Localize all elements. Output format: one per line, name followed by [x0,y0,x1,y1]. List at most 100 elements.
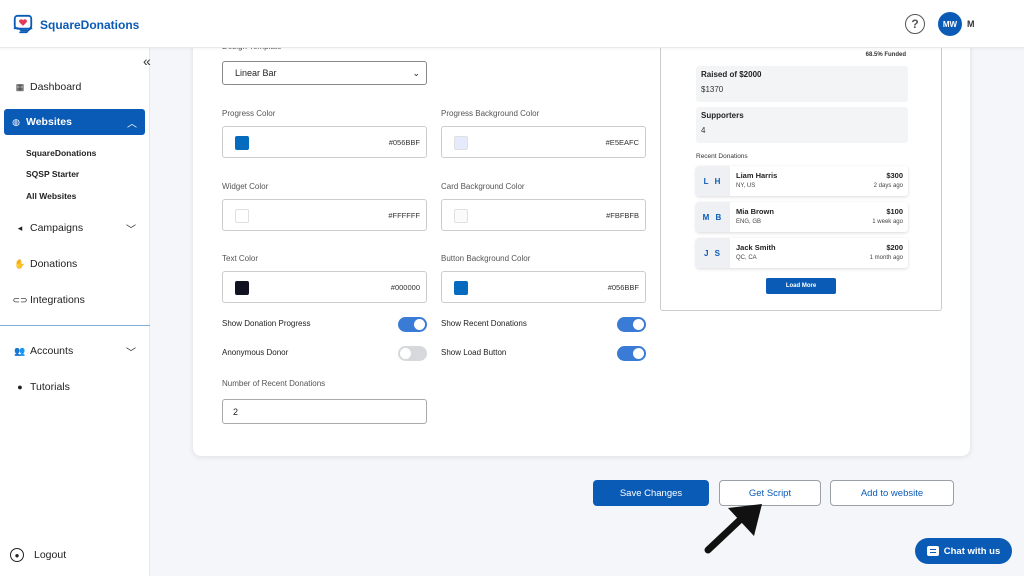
top-bar: SquareDonations ? MW M [0,0,1024,48]
donor-name: Mia Brown [736,207,774,216]
user-initial[interactable]: M [967,19,975,29]
recent-donations-title: Recent Donations [696,153,748,160]
supporters-stat: Supporters 4 [696,107,908,143]
design-template-value: Linear Bar [235,68,277,78]
widget-color-hex: #FFFFFF [388,211,420,220]
text-color-input[interactable]: #000000 [222,271,427,303]
show-load-button-toggle[interactable] [617,346,646,361]
donation-amount: $200 [886,243,903,252]
progress-bg-color-input[interactable]: #E5EAFC [441,126,646,158]
progress-color-swatch[interactable] [235,136,249,150]
chevron-down-icon: ﹀ [126,347,136,359]
sidebar-subitem-sqsp-starter[interactable]: SQSP Starter [26,169,79,179]
show-load-button-label: Show Load Button [441,348,507,357]
card-bg-color-input[interactable]: #FBFBFB [441,199,646,231]
button-bg-color-label: Button Background Color [441,254,531,263]
donor-location: QC, CA [736,255,757,261]
chevron-down-icon: ⌄ [412,67,420,78]
sidebar-item-campaigns[interactable]: ◂ Campaigns ﹀ [8,216,144,240]
brand-name: SquareDonations [40,18,140,32]
chat-with-us-button[interactable]: Chat with us [915,538,1012,564]
text-color-swatch[interactable] [235,281,249,295]
raised-value: $1370 [701,85,724,94]
card-bg-color-hex: #FBFBFB [606,211,639,220]
toggle-knob [414,319,425,330]
anonymous-donor-label: Anonymous Donor [222,348,289,357]
show-donation-progress-label: Show Donation Progress [222,319,311,328]
donation-time: 2 days ago [873,183,903,189]
grid-icon: ▦ [15,81,25,92]
sidebar-subitem-all-websites[interactable]: All Websites [26,191,76,201]
sidebar-item-dashboard[interactable]: ▦ Dashboard [8,75,144,99]
recent-donations-count-input[interactable]: 2 [222,399,427,424]
text-color-hex: #000000 [390,283,420,292]
donation-item: J S Jack Smith QC, CA $200 1 month ago [696,238,908,268]
anonymous-donor-toggle[interactable] [398,346,427,361]
donor-initials: J S [696,238,730,268]
chat-icon [926,546,939,556]
chat-label: Chat with us [943,545,1001,557]
show-donation-progress-toggle[interactable] [398,317,427,332]
megaphone-icon: ◂ [17,222,23,233]
brand-logo-icon [13,14,33,34]
globe-icon: ◍ [12,116,20,127]
button-bg-color-hex: #056BBF [607,283,639,292]
progress-bg-color-swatch[interactable] [454,136,468,150]
button-bg-color-input[interactable]: #056BBF [441,271,646,303]
recent-donations-count-value: 2 [233,406,239,417]
donor-initials: M B [696,202,730,232]
brand[interactable]: SquareDonations [12,14,139,36]
show-recent-donations-label: Show Recent Donations [441,319,527,328]
supporters-value: 4 [701,126,706,135]
logout-label: Logout [34,549,67,561]
donation-hand-icon: ✋ [14,258,26,269]
donor-location: NY, US [736,183,756,189]
sidebar-item-label: Donations [30,258,78,270]
sidebar-item-tutorials[interactable]: ● Tutorials [8,375,144,399]
design-template-select[interactable]: Linear Bar ⌄ [222,61,427,85]
raised-stat: Raised of $2000 $1370 [696,66,908,102]
progress-color-hex: #056BBF [388,138,420,147]
button-bg-color-swatch[interactable] [454,281,468,295]
add-to-website-button[interactable]: Add to website [830,480,954,506]
logout-button[interactable]: ● Logout [10,548,66,562]
donor-name: Liam Harris [736,171,778,180]
funded-percent: 68.5% Funded [865,52,906,58]
progress-color-label: Progress Color [222,109,276,118]
sidebar-item-label: Websites [26,116,72,128]
sidebar: « ▦ Dashboard ◍ Websites ︿ SquareDonatio… [0,48,151,576]
donor-initials: L H [696,166,730,196]
sidebar-item-label: Integrations [30,294,85,306]
widget-color-input[interactable]: #FFFFFF [222,199,427,231]
progress-color-input[interactable]: #056BBF [222,126,427,158]
info-icon: ● [17,382,23,392]
load-more-button[interactable]: Load More [766,278,836,294]
sidebar-subitem-squaredonations[interactable]: SquareDonations [26,148,96,158]
donation-time: 1 week ago [872,219,903,225]
text-color-label: Text Color [222,254,259,263]
donation-item: M B Mia Brown ENG, GB $100 1 week ago [696,202,908,232]
sidebar-item-integrations[interactable]: ⊂⊃ Integrations [8,288,144,312]
collapse-sidebar-icon[interactable]: « [143,53,151,69]
sidebar-item-label: Campaigns [30,222,84,234]
toggle-knob [633,348,644,359]
sidebar-item-donations[interactable]: ✋ Donations [8,252,144,276]
donation-amount: $300 [886,171,903,180]
chevron-down-icon: ﹀ [126,224,136,236]
help-icon[interactable]: ? [905,14,925,34]
supporters-title: Supporters [701,111,744,120]
sidebar-item-label: Tutorials [30,381,70,393]
card-bg-color-label: Card Background Color [441,182,525,191]
widget-color-swatch[interactable] [235,209,249,223]
donation-amount: $100 [886,207,903,216]
card-bg-color-swatch[interactable] [454,209,468,223]
avatar[interactable]: MW [938,12,962,36]
chevron-up-icon: ︿ [127,118,137,130]
sidebar-item-websites[interactable]: ◍ Websites ︿ [4,109,145,135]
link-icon: ⊂⊃ [12,294,28,305]
save-changes-button[interactable]: Save Changes [593,480,709,506]
sidebar-item-accounts[interactable]: 👥 Accounts ﹀ [8,339,144,363]
widget-color-label: Widget Color [222,182,269,191]
show-recent-donations-toggle[interactable] [617,317,646,332]
progress-bg-color-label: Progress Background Color [441,109,540,118]
